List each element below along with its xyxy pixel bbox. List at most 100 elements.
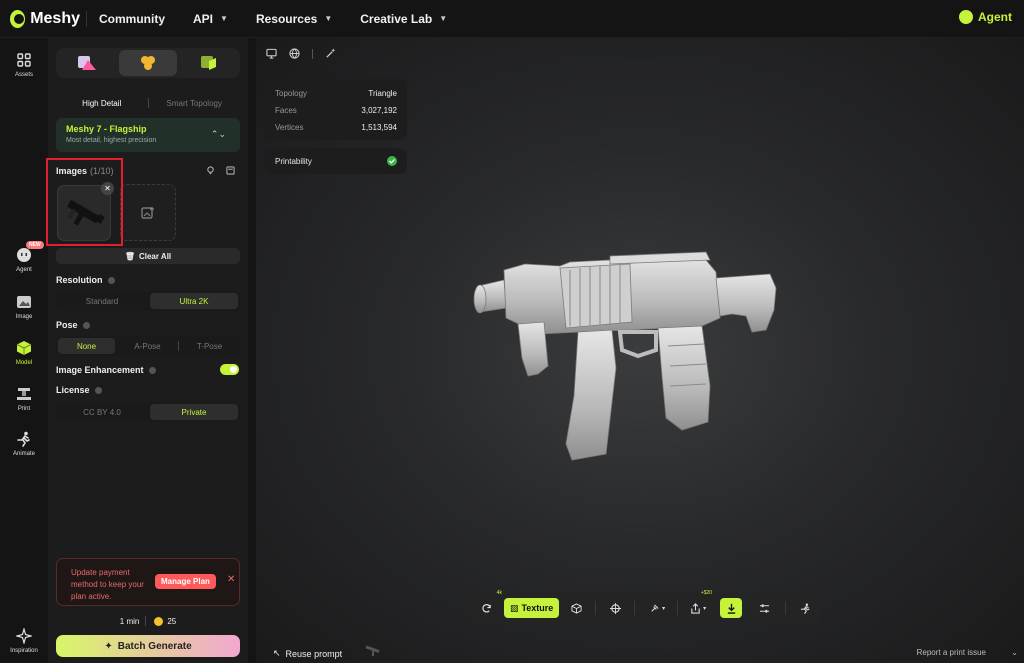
animate-dropdown[interactable]: ▾ bbox=[643, 598, 671, 618]
agent-button[interactable]: Agent bbox=[959, 10, 1012, 24]
image-icon bbox=[17, 296, 31, 308]
agent-icon bbox=[17, 248, 31, 262]
rail-animate[interactable]: Animate bbox=[0, 431, 48, 457]
close-icon[interactable]: ✕ bbox=[227, 574, 235, 585]
rail-inspiration[interactable]: Inspiration bbox=[0, 628, 48, 654]
clear-all-button[interactable]: 🗑 Clear All bbox=[56, 248, 240, 264]
option-cc-by[interactable]: CC BY 4.0 bbox=[58, 404, 146, 420]
export-dropdown[interactable]: +$20 ▾ bbox=[684, 590, 712, 618]
gallery-icon[interactable] bbox=[226, 166, 235, 175]
cost-row: 1 min 25 bbox=[48, 616, 248, 626]
model-select[interactable]: Meshy 7 - Flagship Most detail, highest … bbox=[56, 118, 240, 152]
detail-mode-toggle: High Detail Smart Topology bbox=[56, 93, 240, 113]
texture-button[interactable]: ▨ Texture bbox=[503, 598, 560, 618]
refresh-icon bbox=[482, 603, 492, 613]
option-none[interactable]: None bbox=[58, 338, 115, 354]
nav-resources[interactable]: Resources ▼ bbox=[256, 12, 332, 26]
download-button[interactable] bbox=[720, 598, 743, 618]
nav-community[interactable]: Community bbox=[99, 12, 165, 26]
printability-card[interactable]: Printability bbox=[265, 148, 407, 174]
mesh-stats-card: Topology Triangle Faces 3,027,192 Vertices… bbox=[265, 79, 407, 140]
transform-button[interactable] bbox=[604, 598, 626, 618]
image-enhancement-toggle[interactable] bbox=[220, 364, 239, 375]
add-image-icon bbox=[141, 206, 154, 219]
option-smart-topology[interactable]: Smart Topology bbox=[151, 95, 239, 111]
report-print-issue-link[interactable]: Report a print issue bbox=[917, 648, 986, 657]
nav-api[interactable]: API ▼ bbox=[193, 12, 228, 26]
divider bbox=[784, 601, 786, 615]
divider bbox=[677, 601, 679, 615]
running-figure-icon bbox=[17, 431, 30, 447]
sparkle-icon: ✦ bbox=[104, 640, 113, 652]
add-image-button[interactable] bbox=[120, 184, 176, 241]
option-private[interactable]: Private bbox=[150, 404, 238, 420]
material-button[interactable] bbox=[565, 598, 587, 618]
info-icon[interactable] bbox=[82, 321, 90, 329]
settings-sliders-button[interactable] bbox=[754, 598, 776, 618]
rail-label: Model bbox=[15, 360, 33, 366]
payment-warning: Update payment method to keep your plan … bbox=[56, 558, 240, 606]
monitor-icon[interactable] bbox=[266, 48, 277, 59]
option-ultra-2k[interactable]: Ultra 2K bbox=[150, 293, 238, 309]
model-description: Most detail, highest precision bbox=[66, 137, 157, 144]
rail-image[interactable]: Image bbox=[0, 294, 48, 320]
time-estimate: 1 min bbox=[119, 616, 140, 626]
tab-batch[interactable] bbox=[181, 50, 238, 76]
selection-highlight bbox=[46, 158, 123, 246]
resolution-label: Resolution bbox=[56, 275, 115, 285]
sliders-icon bbox=[759, 603, 770, 613]
brand-name: Meshy bbox=[30, 9, 80, 27]
info-icon[interactable] bbox=[148, 366, 156, 374]
option-a-pose[interactable]: A-Pose bbox=[119, 338, 176, 354]
tab-image-to-3d[interactable] bbox=[119, 50, 177, 76]
batch-generate-button[interactable]: ✦ Batch Generate bbox=[56, 635, 240, 657]
nav-creative-lab[interactable]: Creative Lab ▼ bbox=[360, 12, 447, 26]
info-icon[interactable] bbox=[94, 386, 102, 394]
export-badge: +$20 bbox=[700, 590, 713, 596]
agent-label: Agent bbox=[978, 10, 1012, 24]
chevron-down-icon: ▼ bbox=[220, 14, 228, 23]
rail-label: Inspiration bbox=[10, 648, 38, 654]
divider bbox=[178, 341, 179, 351]
option-high-detail[interactable]: High Detail bbox=[58, 95, 146, 111]
left-rail: Assets NEW Agent Image Model Print Anima… bbox=[0, 38, 48, 663]
nav-label: API bbox=[193, 11, 214, 26]
top-bar: Meshy Community API ▼ Resources ▼ Creative… bbox=[0, 0, 1024, 38]
rail-assets[interactable]: Assets bbox=[0, 52, 48, 78]
image-enhancement-label: Image Enhancement bbox=[56, 365, 156, 375]
nav-label: Creative Lab bbox=[360, 11, 433, 26]
pose-toggle: None A-Pose T-Pose bbox=[56, 336, 240, 356]
trash-icon: 🗑 bbox=[124, 251, 135, 261]
magic-wand-icon[interactable] bbox=[325, 48, 336, 59]
meshy-logo[interactable]: Meshy bbox=[10, 9, 80, 28]
chevron-down-icon[interactable]: ⌄ bbox=[1011, 648, 1018, 657]
cube-icon bbox=[16, 341, 32, 355]
remesh-button[interactable]: 4k bbox=[476, 590, 502, 618]
divider bbox=[634, 601, 636, 615]
info-icon[interactable] bbox=[107, 276, 115, 284]
chevron-down-icon: ▼ bbox=[324, 14, 333, 23]
animate-button[interactable] bbox=[795, 598, 817, 618]
rail-model[interactable]: Model bbox=[0, 340, 48, 366]
option-standard[interactable]: Standard bbox=[58, 293, 146, 309]
chevron-down-icon: ▾ bbox=[703, 605, 707, 612]
nav-label: Resources bbox=[255, 11, 318, 26]
gun-mini-icon[interactable] bbox=[364, 643, 382, 659]
manage-plan-button[interactable]: Manage Plan bbox=[155, 574, 216, 589]
running-figure-icon bbox=[800, 602, 810, 614]
rail-label: Animate bbox=[12, 451, 35, 457]
option-t-pose[interactable]: T-Pose bbox=[181, 338, 238, 354]
lightbulb-icon[interactable] bbox=[206, 166, 215, 175]
reuse-prompt-button[interactable]: ↖ Reuse prompt bbox=[273, 648, 342, 659]
tab-text-to-3d[interactable] bbox=[58, 50, 115, 76]
divider bbox=[595, 601, 597, 615]
3d-viewport[interactable]: Topology Triangle Faces 3,027,192 Vertices… bbox=[256, 38, 1024, 663]
rail-print[interactable]: Print bbox=[0, 386, 48, 412]
cube-outline-icon bbox=[571, 602, 582, 614]
rail-agent[interactable]: NEW Agent bbox=[0, 241, 48, 273]
stat-value: Triangle bbox=[368, 89, 397, 98]
globe-icon[interactable] bbox=[289, 48, 300, 59]
model-name: Meshy 7 - Flagship bbox=[66, 124, 147, 134]
license-label: License bbox=[56, 385, 102, 395]
divider bbox=[312, 48, 313, 59]
